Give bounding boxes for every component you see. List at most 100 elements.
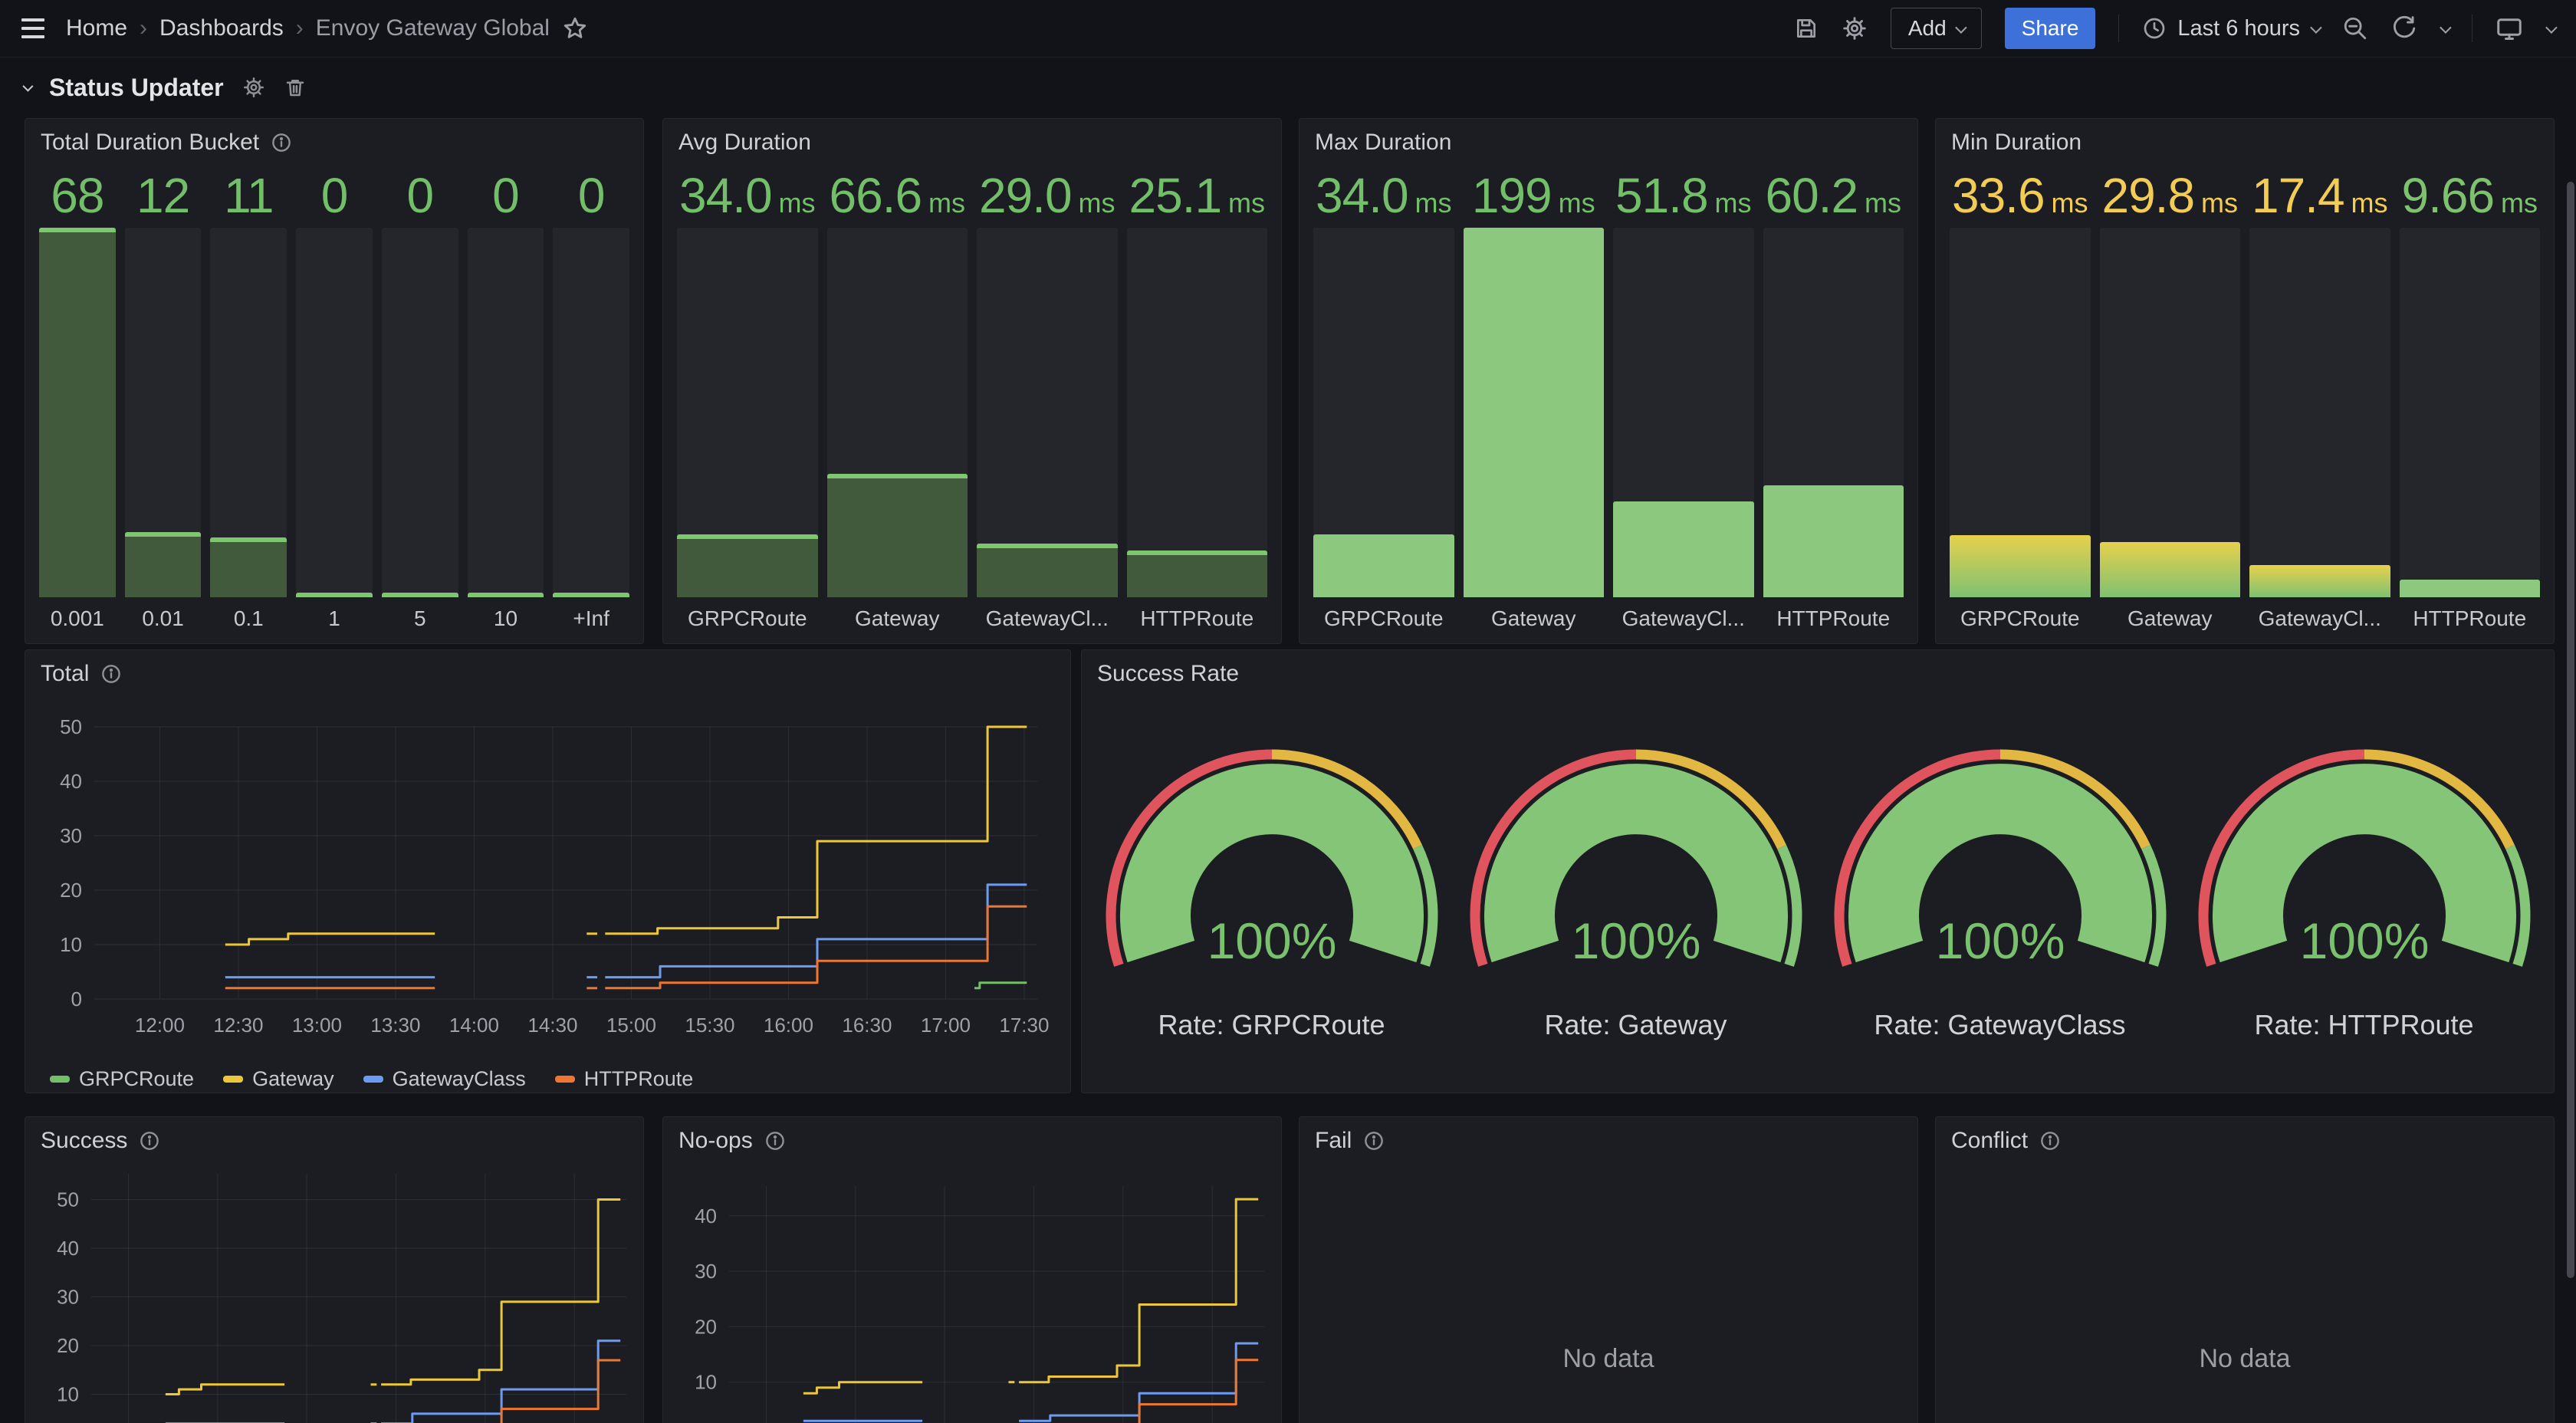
refresh-interval-dropdown-icon[interactable]: [2440, 25, 2449, 33]
svg-text:20: 20: [695, 1315, 717, 1338]
bar-column: 01: [296, 162, 373, 631]
legend-label: GRPCRoute: [79, 1067, 194, 1091]
panel-header[interactable]: No-ops: [678, 1128, 785, 1154]
info-icon[interactable]: [765, 1131, 785, 1151]
refresh-dashboard-icon[interactable]: [2391, 15, 2417, 41]
panel-header[interactable]: Avg Duration: [678, 130, 811, 156]
bar-fill-cap: [296, 593, 373, 597]
panel-title: Total Duration Bucket: [41, 130, 259, 156]
info-icon[interactable]: [2040, 1131, 2060, 1151]
add-panel-button[interactable]: Add: [1891, 8, 1982, 49]
info-icon[interactable]: [140, 1131, 159, 1151]
panel-title: Fail: [1315, 1128, 1352, 1154]
bar-value: 0: [321, 174, 348, 219]
share-button[interactable]: Share: [2005, 8, 2096, 49]
panel-header[interactable]: Fail: [1315, 1128, 1384, 1154]
breadcrumb-current-page: Envoy Gateway Global: [316, 15, 550, 41]
dashboard-row-header: Status Updater: [23, 67, 307, 107]
bar-column: 51.8msGatewayCl...: [1613, 162, 1754, 631]
panel-total-timeseries: Total 12:0012:3013:0013:3014:0014:3015:0…: [25, 649, 1071, 1093]
tv-kiosk-mode-icon[interactable]: [2496, 15, 2523, 42]
legend-item[interactable]: HTTPRoute: [555, 1067, 694, 1091]
bar-column: 199msGateway: [1464, 162, 1605, 631]
time-series-chart[interactable]: 10203040: [675, 1163, 1281, 1423]
bar-column: 33.6msGRPCRoute: [1950, 162, 2091, 631]
bar-value-unit: ms: [1415, 189, 1452, 219]
info-icon[interactable]: [1364, 1131, 1384, 1151]
svg-text:16:30: 16:30: [842, 1014, 892, 1037]
bar-value-unit: ms: [779, 189, 816, 219]
panel-header[interactable]: Conflict: [1951, 1128, 2060, 1154]
bar-category-label: HTTPRoute: [2400, 597, 2541, 631]
bar-fill: [125, 532, 202, 597]
panel-title: Max Duration: [1315, 130, 1451, 156]
panel-header[interactable]: Success Rate: [1097, 661, 1239, 687]
bar-value: 9.66: [2401, 174, 2494, 219]
time-series-chart[interactable]: 12:0012:3013:0013:3014:0014:3015:0015:30…: [25, 704, 1056, 1064]
breadcrumb-home[interactable]: Home: [66, 15, 127, 41]
svg-text:30: 30: [695, 1260, 717, 1283]
bar-value: 60.2: [1765, 174, 1858, 219]
dashboard-settings-gear-icon[interactable]: [1842, 15, 1868, 41]
bar-value: 17.4: [2252, 174, 2344, 219]
collapse-toolbar-chevron-icon[interactable]: [2546, 25, 2555, 33]
bar-category-label: 10: [468, 597, 544, 631]
time-series-chart[interactable]: 1020304050: [38, 1163, 643, 1423]
panel-header[interactable]: Success: [41, 1128, 159, 1154]
row-settings-gear-icon[interactable]: [242, 76, 265, 99]
bar-gauge-chart: 34.0msGRPCRoute66.6msGateway29.0msGatewa…: [677, 162, 1267, 631]
svg-text:30: 30: [60, 824, 82, 847]
legend-label: Gateway: [252, 1067, 334, 1091]
bar-column: 66.6msGateway: [827, 162, 968, 631]
time-range-picker[interactable]: Last 6 hours: [2142, 16, 2319, 41]
bar-category-label: GRPCRoute: [1950, 597, 2091, 631]
save-dashboard-icon[interactable]: [1794, 16, 1819, 41]
legend-item[interactable]: GRPCRoute: [50, 1067, 194, 1091]
bar-category-label: 1: [296, 597, 373, 631]
gauge-arc: 100%: [1466, 745, 1806, 975]
bar-value-unit: ms: [1865, 189, 1901, 219]
series-line-HTTPRoute: [605, 906, 1027, 988]
bar-category-label: GRPCRoute: [1313, 597, 1454, 631]
bar-value: 34.0: [679, 174, 772, 219]
favorite-star-icon[interactable]: [562, 15, 588, 41]
breadcrumb-separator: ›: [296, 15, 304, 41]
svg-text:50: 50: [60, 715, 82, 738]
bar-track: [1464, 228, 1605, 597]
bar-fill-cap: [677, 534, 818, 539]
bar-column: 680.001: [39, 162, 116, 631]
bar-value: 29.0: [979, 174, 1072, 219]
bar-fill-cap: [553, 593, 629, 597]
bar-value-unit: ms: [2201, 189, 2238, 219]
breadcrumb-dashboards[interactable]: Dashboards: [159, 15, 284, 41]
panel-header[interactable]: Total Duration Bucket: [41, 130, 291, 156]
info-icon[interactable]: [271, 133, 291, 153]
bar-track: [1950, 228, 2091, 597]
row-collapse-chevron-icon[interactable]: [22, 81, 33, 92]
svg-text:40: 40: [695, 1204, 717, 1227]
info-icon[interactable]: [101, 664, 121, 684]
panel-success-rate: Success Rate 100%Rate: GRPCRoute100%Rate…: [1081, 649, 2555, 1093]
legend-item[interactable]: Gateway: [223, 1067, 334, 1091]
zoom-out-time-icon[interactable]: [2342, 15, 2368, 41]
bar-fill: [39, 228, 116, 597]
panel-header[interactable]: Min Duration: [1951, 130, 2082, 156]
chart-legend: GRPCRoute Gateway GatewayClass HTTPRoute: [50, 1067, 693, 1091]
svg-text:40: 40: [57, 1237, 79, 1260]
bar-column: 05: [382, 162, 458, 631]
menu-toggle-icon[interactable]: [21, 18, 44, 38]
bar-track: [553, 228, 629, 597]
panel-header[interactable]: Total: [41, 661, 121, 687]
legend-item[interactable]: GatewayClass: [363, 1067, 526, 1091]
row-delete-trash-icon[interactable]: [284, 76, 307, 99]
panel-header[interactable]: Max Duration: [1315, 130, 1451, 156]
bar-column: 29.0msGatewayCl...: [977, 162, 1118, 631]
vertical-scrollbar-thumb[interactable]: [2567, 182, 2574, 1278]
bar-value-unit: ms: [1079, 189, 1116, 219]
row-title[interactable]: Status Updater: [49, 74, 224, 102]
series-line-Gateway: [1019, 1199, 1258, 1382]
bar-track: [210, 228, 287, 597]
bar-category-label: Gateway: [2100, 597, 2241, 631]
chevron-down-icon: [1955, 21, 1967, 34]
bar-fill: [1763, 485, 1904, 597]
